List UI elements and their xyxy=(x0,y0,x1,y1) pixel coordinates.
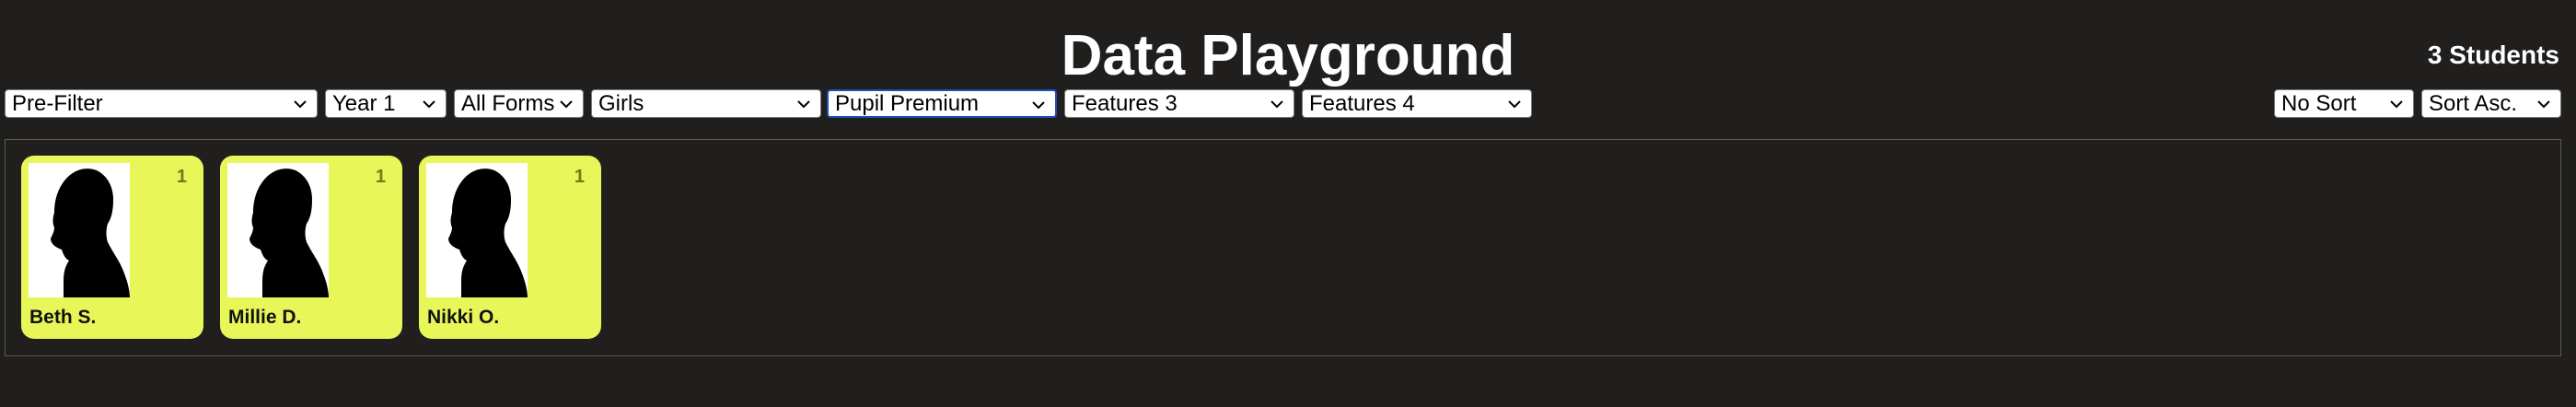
student-count-badge: 1 xyxy=(176,167,187,187)
year-select[interactable]: Year 1 xyxy=(325,89,447,118)
gender-select-value: Girls xyxy=(598,91,644,116)
student-count-badge: 1 xyxy=(574,167,585,187)
feature-3-select-value: Features 3 xyxy=(1072,91,1178,116)
student-card[interactable]: 1 Beth S. xyxy=(21,156,203,339)
chevron-down-icon xyxy=(797,100,810,109)
feature-2-select[interactable]: Pupil Premium xyxy=(827,89,1057,118)
student-card[interactable]: 1 Nikki O. xyxy=(419,156,601,339)
chevron-down-icon xyxy=(1032,101,1045,110)
sort-field-select[interactable]: No Sort xyxy=(2274,89,2414,118)
person-silhouette-icon xyxy=(249,169,329,297)
student-photo xyxy=(426,163,528,297)
prefilter-select-value: Pre-Filter xyxy=(12,91,103,116)
feature-2-select-value: Pupil Premium xyxy=(835,91,980,116)
student-count: 3 Students xyxy=(2427,41,2559,69)
year-select-value: Year 1 xyxy=(332,91,396,116)
student-name: Millie D. xyxy=(228,307,302,328)
person-silhouette-icon xyxy=(51,169,130,297)
forms-select-value: All Forms xyxy=(461,91,555,116)
chevron-down-icon xyxy=(1271,100,1283,109)
sort-field-select-value: No Sort xyxy=(2281,91,2357,116)
feature-4-select-value: Features 4 xyxy=(1309,91,1415,116)
chevron-down-icon xyxy=(1508,100,1521,109)
student-name: Nikki O. xyxy=(427,307,500,328)
data-playground-page: Data Playground 3 Students Pre-Filter Ye… xyxy=(0,0,2576,407)
chevron-down-icon xyxy=(423,100,435,109)
feature-4-select[interactable]: Features 4 xyxy=(1302,89,1532,118)
sort-order-select-value: Sort Asc. xyxy=(2429,91,2518,116)
chevron-down-icon xyxy=(2537,100,2550,109)
chevron-down-icon xyxy=(294,100,307,109)
chevron-down-icon xyxy=(560,100,573,109)
chevron-down-icon xyxy=(2390,100,2403,109)
sort-order-select[interactable]: Sort Asc. xyxy=(2421,89,2561,118)
student-name: Beth S. xyxy=(29,307,97,328)
gender-select[interactable]: Girls xyxy=(591,89,821,118)
feature-3-select[interactable]: Features 3 xyxy=(1064,89,1294,118)
person-silhouette-icon xyxy=(448,169,528,297)
student-count-badge: 1 xyxy=(375,167,386,187)
student-card[interactable]: 1 Millie D. xyxy=(220,156,402,339)
student-photo xyxy=(227,163,329,297)
student-photo xyxy=(29,163,130,297)
prefilter-select[interactable]: Pre-Filter xyxy=(5,89,318,118)
forms-select[interactable]: All Forms xyxy=(454,89,584,118)
page-title: Data Playground xyxy=(1061,24,1515,87)
